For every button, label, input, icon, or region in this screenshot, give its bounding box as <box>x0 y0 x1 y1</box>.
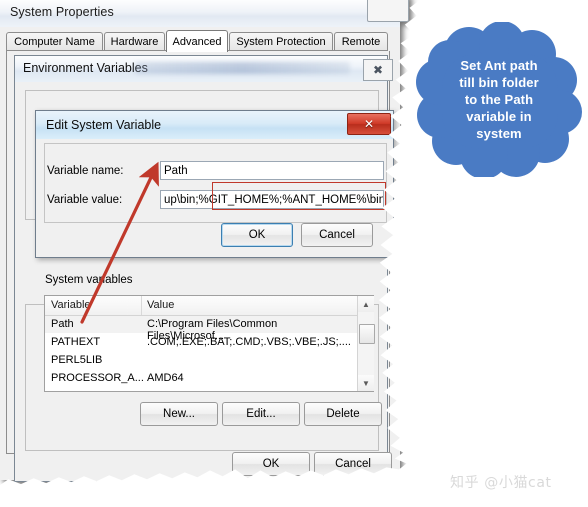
system-properties-tabstrip: Computer Name Hardware Advanced System P… <box>6 30 388 52</box>
callout-line: till bin folder <box>459 75 539 90</box>
edit-system-variable-titlebar: Edit System Variable <box>36 111 393 139</box>
environment-variables-title: Environment Variables <box>23 61 148 75</box>
environment-variables-cancel-button[interactable]: Cancel <box>314 452 392 476</box>
watermark: 知乎 @小猫cat <box>450 475 552 491</box>
button-label: Delete <box>326 408 360 420</box>
system-variables-scrollbar[interactable]: ▲ ▼ <box>357 296 375 391</box>
callout-line: to the Path <box>464 92 534 107</box>
row-variable: PATHEXT <box>51 336 101 348</box>
screenshot-torn-paper-area: System Properties Computer Name Hardware… <box>0 0 420 485</box>
tab-computer-name[interactable]: Computer Name <box>6 32 103 51</box>
system-properties-close-button[interactable] <box>367 0 409 22</box>
row-variable: PERL5LIB <box>51 354 103 366</box>
tab-label: System Protection <box>236 36 326 48</box>
column-header-value[interactable]: Value <box>147 299 174 311</box>
callout-text: Set Ant path till bin folder to the Path… <box>414 22 584 177</box>
button-label: Cancel <box>319 229 355 241</box>
variable-name-value: Path <box>164 165 188 177</box>
variable-value-label: Variable value: <box>47 194 123 206</box>
button-label: Cancel <box>335 458 371 470</box>
button-label: OK <box>248 229 266 241</box>
system-variables-list-header: Variable Value <box>45 296 357 316</box>
row-variable: PROCESSOR_A... <box>51 372 144 384</box>
environment-variables-ok-button[interactable]: OK <box>232 452 310 476</box>
button-label: Edit... <box>246 408 276 420</box>
edit-system-variable-ok-button[interactable]: OK <box>221 223 293 247</box>
system-variables-legend: System variables <box>42 274 136 286</box>
system-properties-titlebar: System Properties <box>0 0 400 27</box>
scrollbar-thumb[interactable] <box>359 324 375 344</box>
new-variable-button[interactable]: New... <box>140 402 218 426</box>
table-row[interactable]: PROCESSOR_A... AMD64 <box>45 370 357 387</box>
tab-system-protection[interactable]: System Protection <box>229 32 333 51</box>
edit-system-variable-cancel-button[interactable]: Cancel <box>301 223 373 247</box>
system-variables-list[interactable]: Variable Value Path C:\Program Files\Com… <box>44 295 375 392</box>
environment-variables-titlebar: Environment Variables <box>15 56 387 82</box>
tab-label: Hardware <box>110 36 159 48</box>
tab-label: Computer Name <box>14 36 95 48</box>
scroll-up-glyph: ▲ <box>362 299 370 309</box>
callout-line: variable in <box>466 109 532 124</box>
table-row[interactable]: PATHEXT .COM;.EXE;.BAT;.CMD;.VBS;.VBE;.J… <box>45 334 357 351</box>
blurred-titlebar-text <box>135 62 350 74</box>
ant-home-highlight-box <box>212 182 386 210</box>
edit-system-variable-title: Edit System Variable <box>46 118 162 132</box>
row-variable: Path <box>51 318 74 330</box>
delete-variable-button[interactable]: Delete <box>304 402 382 426</box>
scroll-up-arrow-icon[interactable]: ▲ <box>358 296 374 312</box>
variable-name-label: Variable name: <box>47 165 124 177</box>
button-label: OK <box>262 458 280 470</box>
callout-line: Set Ant path <box>460 58 538 73</box>
tab-advanced[interactable]: Advanced <box>166 30 228 52</box>
column-header-variable[interactable]: Variable <box>51 299 91 311</box>
environment-variables-close-icon[interactable]: ✖ <box>363 59 393 81</box>
tab-hardware[interactable]: Hardware <box>104 32 165 51</box>
callout-line: system <box>476 126 522 141</box>
scroll-down-arrow-icon[interactable]: ▼ <box>358 375 374 391</box>
edit-variable-button[interactable]: Edit... <box>222 402 300 426</box>
system-properties-title: System Properties <box>10 5 114 19</box>
row-value: AMD64 <box>147 372 184 384</box>
button-label: New... <box>163 408 195 420</box>
table-row[interactable]: Path C:\Program Files\Common Files\Micro… <box>45 316 357 342</box>
tab-label: Remote <box>341 36 381 48</box>
scroll-down-glyph: ▼ <box>362 378 370 388</box>
variable-name-input[interactable]: Path <box>160 161 384 180</box>
tab-label: Advanced <box>172 35 222 48</box>
tab-remote[interactable]: Remote <box>334 32 388 51</box>
edit-system-variable-close-icon[interactable]: ✕ <box>347 113 391 135</box>
row-value: .COM;.EXE;.BAT;.CMD;.VBS;.VBE;.JS;.... <box>147 336 351 348</box>
column-divider[interactable] <box>141 296 142 315</box>
table-row[interactable]: PERL5LIB <box>45 352 357 369</box>
close-glyph: ✕ <box>363 117 375 131</box>
